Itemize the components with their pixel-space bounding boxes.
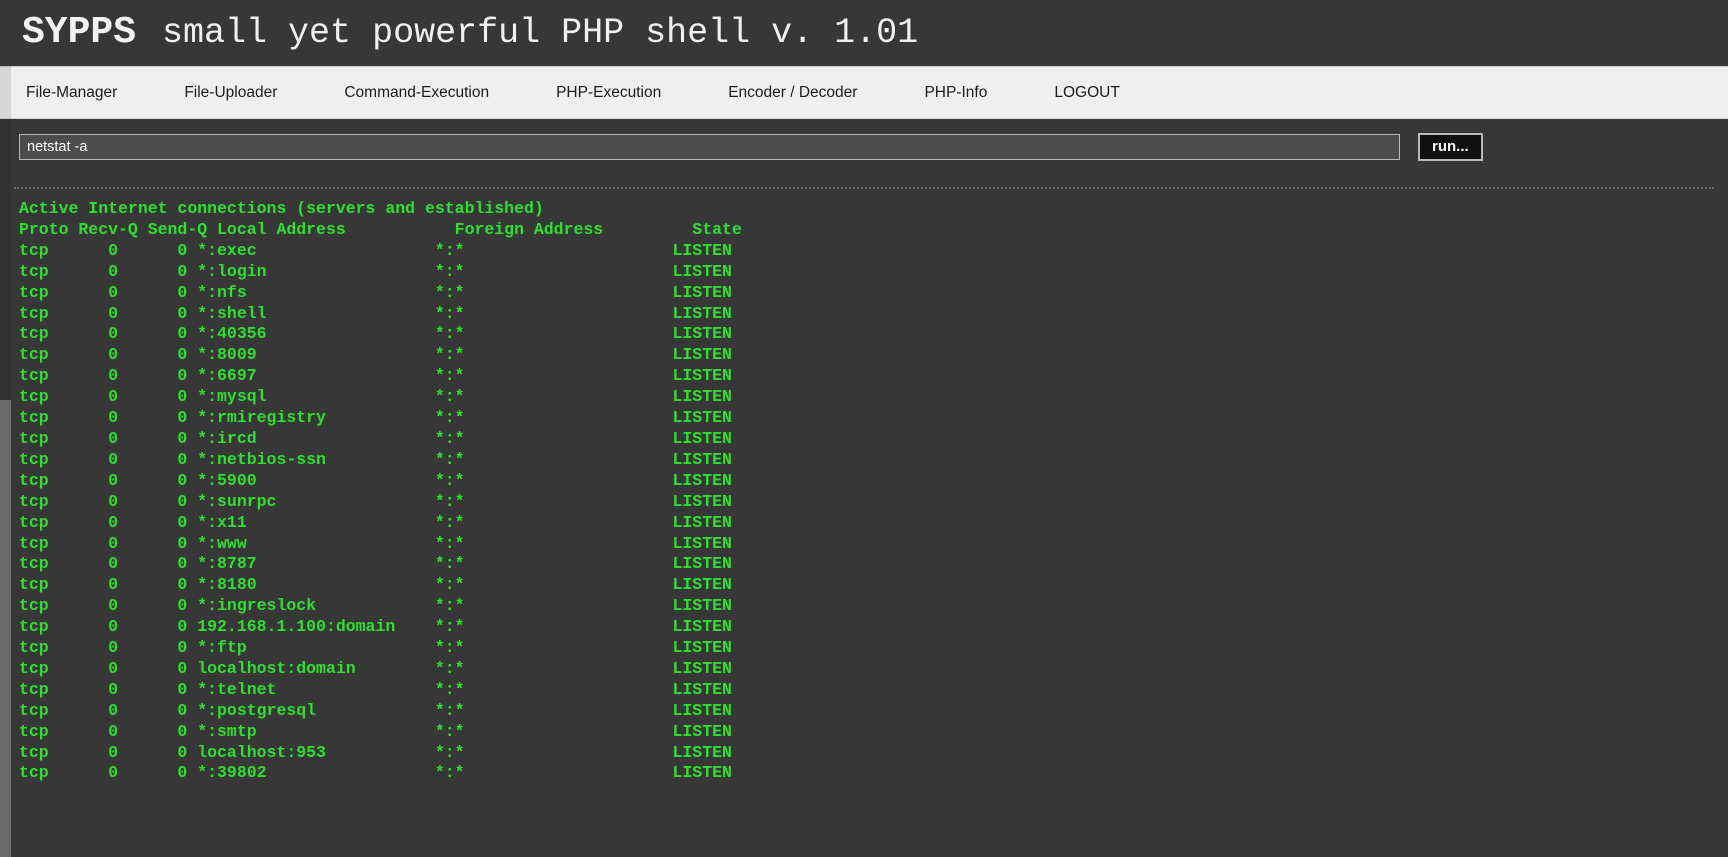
nav-command-execution[interactable]: Command-Execution: [342, 80, 491, 106]
nav-php-execution[interactable]: PHP-Execution: [554, 80, 663, 106]
app-tagline: small yet powerful PHP shell v. 1.01: [162, 12, 919, 53]
terminal-output-panel: Active Internet connections (servers and…: [0, 190, 1728, 857]
command-bar: run...: [0, 119, 1728, 175]
nav-file-manager[interactable]: File-Manager: [24, 80, 119, 106]
nav-php-info[interactable]: PHP-Info: [922, 80, 989, 106]
nav-file-uploader[interactable]: File-Uploader: [182, 80, 279, 106]
netstat-output: Active Internet connections (servers and…: [19, 199, 742, 783]
main-navigation: File-Manager File-Uploader Command-Executi…: [0, 66, 1728, 119]
app-logo-sypps: SYPPS: [22, 11, 137, 54]
command-input[interactable]: [19, 134, 1400, 160]
app-banner: SYPPS small yet powerful PHP shell v. 1.…: [0, 0, 1728, 66]
scrollbar-thumb[interactable]: [0, 400, 11, 857]
nav-encoder-decoder[interactable]: Encoder / Decoder: [726, 80, 859, 106]
page-scrollbar[interactable]: [0, 66, 11, 857]
nav-logout[interactable]: LOGOUT: [1052, 80, 1121, 106]
run-button[interactable]: run...: [1418, 132, 1483, 162]
